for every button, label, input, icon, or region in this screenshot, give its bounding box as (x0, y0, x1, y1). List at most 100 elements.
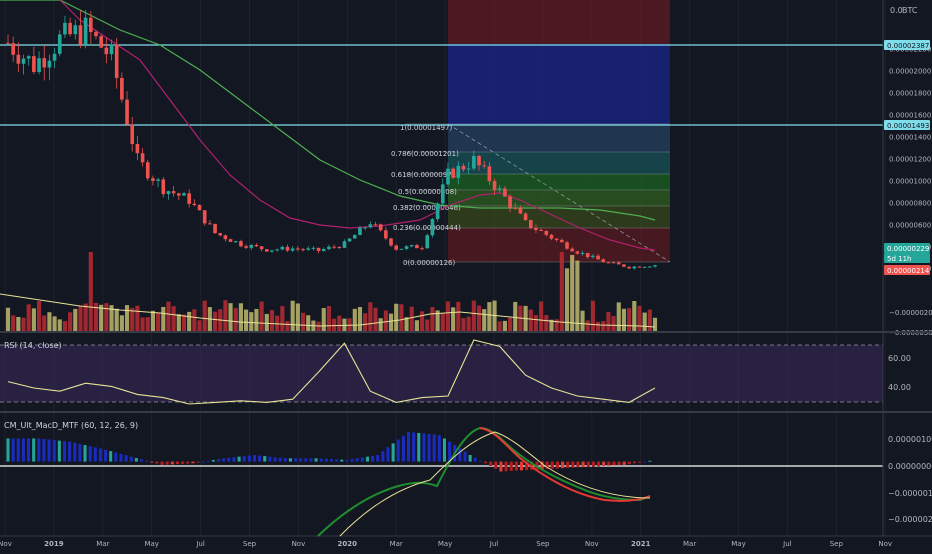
macd-tick-3: −0.00000100 (888, 489, 932, 498)
macd-hist-bar (216, 459, 221, 462)
volume-bar (42, 315, 47, 332)
macd-hist-bar (381, 451, 385, 462)
macd-hist-bar (73, 442, 77, 462)
candle-body (606, 262, 611, 264)
candle-body (187, 193, 191, 204)
candle-body (363, 227, 367, 229)
volume-bar (140, 317, 145, 332)
macd-hist-bar (62, 441, 67, 462)
volume-bar (321, 308, 326, 332)
macd-hist-bar (643, 461, 647, 463)
volume-bar (647, 309, 652, 332)
macd-hist-bar (98, 448, 102, 462)
macd-hist-bar (26, 438, 31, 462)
candle-body (358, 227, 362, 236)
macd-hist-bar (417, 432, 421, 462)
volume-bar (171, 306, 176, 332)
macd-hist-bar (591, 461, 595, 467)
volume-bar (373, 307, 378, 332)
candle-body (306, 248, 311, 250)
volume-bar (559, 252, 564, 332)
candle-body (466, 168, 471, 170)
candle-body (611, 262, 616, 264)
candle-body (21, 58, 26, 64)
volume-bar (233, 308, 238, 332)
price-badge-label-4: 0.00000214 (887, 267, 930, 275)
candle-body (32, 56, 36, 73)
macd-tick-1: 0.00000100 (888, 435, 932, 444)
fib-zone-2 (448, 152, 670, 174)
macd-hist-bar (222, 458, 226, 462)
candle-body (26, 56, 31, 59)
volume-bar (119, 315, 124, 332)
candle-body (518, 207, 523, 214)
rsi-title: RSI (14, close) (4, 341, 62, 350)
macd-hist-bar (458, 448, 462, 462)
price-tick-1: 0.00002000 (889, 67, 931, 75)
macd-hist-bar (561, 461, 565, 469)
macd-hist-bar (509, 461, 513, 471)
macd-hist-bar (586, 461, 590, 467)
time-tick-8: Mar (390, 540, 403, 548)
fib-label-05: 0.5(0.00000808) (398, 188, 457, 196)
candle-body (202, 210, 207, 224)
volume-bar (508, 317, 513, 332)
candle-body (223, 235, 228, 240)
candle-body (47, 60, 52, 68)
volume-bar (425, 319, 430, 332)
volume-bar (228, 303, 233, 332)
candle-body (430, 219, 435, 236)
macd-hist-bar (11, 438, 15, 462)
candle-body (249, 244, 254, 248)
volume-bar (311, 320, 316, 332)
macd-hist-bar (145, 460, 149, 462)
volume-bar (466, 316, 471, 332)
candle-body (435, 203, 440, 220)
macd-title: CM_Ult_MacD_MTF (60, 12, 26, 9) (4, 421, 138, 430)
price-tick-11: −0.00000200 (889, 309, 932, 317)
volume-bar (104, 303, 109, 332)
time-tick-16: Jul (782, 540, 792, 548)
volume-bar (518, 305, 523, 332)
macd-hist-bar (150, 461, 154, 463)
macd-hist-bar (124, 455, 128, 462)
candle-body (264, 249, 269, 252)
candle-body (477, 155, 481, 166)
volume-bar (300, 312, 306, 332)
macd-hist-bar (83, 445, 87, 462)
rsi-tick-40: 40.00 (888, 383, 911, 392)
macd-hist-bar (104, 449, 108, 462)
volume-bar (539, 301, 544, 332)
volume-bar (497, 321, 502, 332)
macd-hist-bar (299, 458, 303, 462)
macd-hist-bar (93, 447, 97, 462)
candle-body (451, 168, 455, 178)
price-tick-5: 0.00001200 (889, 155, 931, 163)
macd-hist-bar (304, 458, 308, 462)
candle-body (239, 241, 243, 247)
volume-bar (580, 310, 585, 332)
macd-hist-bar (227, 457, 231, 462)
time-tick-14: Mar (683, 540, 696, 548)
volume-bar (99, 304, 104, 332)
rsi-tick-60: 60.00 (888, 354, 911, 363)
volume-bar (254, 308, 259, 332)
candle-body (570, 248, 574, 252)
trading-chart[interactable]: 1(0.00001497) 0.786(0.00001201) 0.618(0.… (0, 0, 932, 550)
price-tick-4: 0.00001400 (889, 133, 931, 141)
candle-body (63, 22, 67, 35)
candle-body (78, 25, 83, 45)
candle-body (425, 235, 430, 249)
volume-bar (187, 311, 192, 332)
volume-bar (223, 300, 228, 332)
chart-svg[interactable]: 1(0.00001497) 0.786(0.00001201) 0.618(0.… (0, 0, 932, 550)
macd-tick-2: 0.00000000 (888, 462, 932, 471)
macd-hist-bar (442, 438, 447, 462)
candle-body (104, 47, 109, 55)
volume-bar (202, 300, 207, 332)
time-tick-13: 2021 (631, 540, 651, 548)
candle-body (182, 193, 186, 196)
candle-body (378, 224, 383, 231)
candle-body (487, 166, 492, 182)
volume-bar (451, 307, 456, 332)
